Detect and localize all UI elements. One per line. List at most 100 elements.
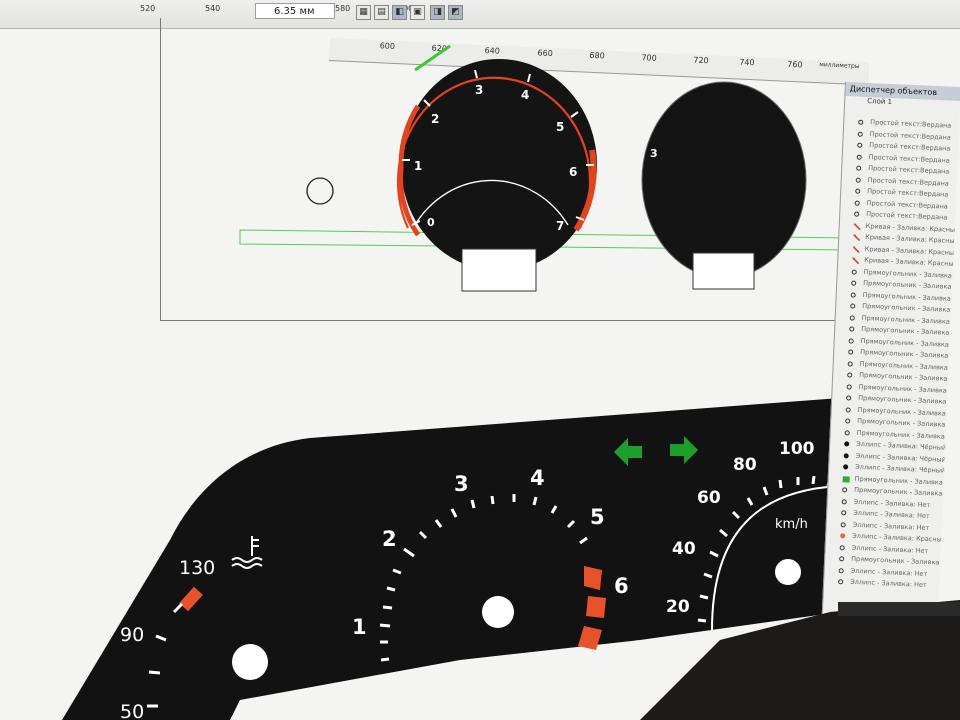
object-type-icon xyxy=(855,188,861,194)
temp-needle-hub xyxy=(232,644,268,680)
tacho-needle-hub xyxy=(482,596,514,628)
object-list-item-label: Прямоугольник - Заливка xyxy=(856,428,946,441)
object-list-item-label: Прямоугольник - Заливка xyxy=(859,370,948,383)
object-list-item-label: Прямоугольник - Заливка xyxy=(860,336,950,349)
object-type-icon xyxy=(857,131,863,137)
tacho-preview-number: 1 xyxy=(352,615,367,639)
object-list-item-label: Прямоугольник - Заливка xyxy=(862,301,951,314)
object-type-icon xyxy=(852,257,860,264)
right-gauge-face[interactable] xyxy=(641,81,807,279)
object-list-item-label: Простой текст:Вердана xyxy=(866,198,949,211)
hollow-circle-shape[interactable] xyxy=(306,177,334,205)
object-type-icon xyxy=(838,567,844,573)
object-type-icon xyxy=(847,360,853,367)
object-type-icon xyxy=(855,177,861,183)
layer-label[interactable]: Слой 1 xyxy=(845,96,960,119)
tachometer-face[interactable] xyxy=(401,59,597,271)
tacho-number: 3 xyxy=(475,83,483,97)
object-list-item-label: Простой текст:Вердана xyxy=(870,118,952,130)
tacho-preview-number: 2 xyxy=(382,527,397,551)
object-list-item-label: Простой текст:Вердана xyxy=(868,164,950,176)
object-list-item-label: Эллипс - Заливка: Нет xyxy=(851,543,929,555)
tacho-preview-number: 4 xyxy=(530,466,545,490)
object-type-icon xyxy=(848,349,854,355)
object-type-icon xyxy=(842,487,848,493)
object-type-icon xyxy=(843,464,849,470)
object-list-item-label: Прямоугольник - Заливка xyxy=(857,405,947,418)
object-type-icon xyxy=(838,579,844,585)
object-type-icon xyxy=(856,165,862,171)
speedo-number: 20 xyxy=(666,597,690,617)
object-type-icon xyxy=(856,154,862,160)
object-type-icon xyxy=(847,372,853,378)
object-list-item-label: Прямоугольник - Заливка xyxy=(859,359,949,372)
object-type-icon xyxy=(850,291,856,298)
tacho-number: 7 xyxy=(556,219,564,233)
object-type-icon xyxy=(853,234,861,241)
object-type-icon xyxy=(854,211,860,217)
object-type-icon xyxy=(845,418,851,424)
object-list-item-label: Эллипс - Заливка: Нет xyxy=(852,520,930,532)
object-type-icon xyxy=(857,142,863,148)
object-list-item-label: Эллипс - Заливка: Нет xyxy=(853,508,930,521)
object-type-icon xyxy=(849,326,855,332)
object-type-icon xyxy=(844,429,850,436)
object-list-item-label: Эллипс - Заливка: Нет xyxy=(853,497,931,509)
object-list-item-label: Прямоугольник - Заливка xyxy=(854,485,943,498)
object-type-icon xyxy=(844,441,850,447)
tacho-number: 5 xyxy=(556,120,564,134)
tacho-number: 2 xyxy=(431,112,439,126)
tacho-number: 1 xyxy=(414,159,422,173)
object-list-item-label: Прямоугольник - Заливка xyxy=(851,554,940,567)
object-list[interactable]: Простой текст:Вердана Простой текст:Верда… xyxy=(824,116,960,601)
object-type-icon xyxy=(839,556,845,562)
object-list-item-label: Прямоугольник - Заливка xyxy=(858,393,947,406)
object-type-icon xyxy=(846,383,852,390)
coreldraw-window: 520 540 560 580 600 6.35 мм ▦ ▤ ◧ ▣ ◨ ◩ … xyxy=(0,0,960,720)
object-list-item-label: Прямоугольник - Заливка xyxy=(861,313,951,326)
object-type-icon xyxy=(848,337,854,344)
temp-label: 130 xyxy=(179,557,215,579)
object-type-icon xyxy=(851,268,857,275)
object-list-item-label: Прямоугольник - Заливка xyxy=(857,416,946,429)
speedo-number: 40 xyxy=(672,539,696,559)
speedo-number: 80 xyxy=(733,455,757,475)
speedo-number: 60 xyxy=(697,488,721,508)
object-type-icon xyxy=(845,406,851,413)
object-list-item-label: Эллипс - Заливка: Нет xyxy=(850,566,928,578)
object-type-icon xyxy=(858,119,864,125)
object-list-item-label: Простой текст:Вердана xyxy=(869,141,951,153)
object-type-icon xyxy=(840,533,846,539)
object-list-item-label: Простой текст:Вердана xyxy=(867,187,949,199)
object-type-icon xyxy=(843,452,849,459)
object-list-item-label: Прямоугольник - Заливка xyxy=(863,278,952,291)
object-type-icon xyxy=(846,395,852,401)
object-type-icon xyxy=(840,521,846,527)
object-type-icon xyxy=(851,280,857,286)
object-list-item-label: Прямоугольник - Заливка xyxy=(863,267,953,280)
tacho-number: 0 xyxy=(427,216,435,229)
temp-label: 50 xyxy=(120,701,144,720)
object-type-icon xyxy=(842,475,850,483)
object-type-icon xyxy=(849,314,855,321)
object-list-item-label: Эллипс - Заливка: Нет xyxy=(850,577,927,590)
object-list-item-label: Прямоугольник - Заливка xyxy=(858,382,948,395)
object-type-icon xyxy=(839,544,845,550)
object-list-item-label: Прямоугольник - Заливка xyxy=(860,347,949,360)
drawing-canvas[interactable]: 0 1 2 3 4 5 6 7 3 130 90 50 1 2 3 4 5 6 … xyxy=(0,0,960,720)
object-list-item-label: Прямоугольник - Заливка xyxy=(862,290,952,303)
right-gauge-display-window[interactable] xyxy=(692,252,755,290)
object-list-item-label: Простой текст:Вердана xyxy=(867,175,950,188)
object-type-icon xyxy=(850,303,856,309)
tachometer-display-window[interactable] xyxy=(461,248,537,292)
right-gauge-number: 3 xyxy=(650,147,658,160)
tacho-preview-number: 5 xyxy=(590,505,605,529)
object-type-icon xyxy=(841,510,847,516)
speedo-needle-hub xyxy=(775,559,801,585)
object-type-icon xyxy=(841,498,847,504)
speedo-number: 100 xyxy=(779,439,815,459)
tacho-number: 6 xyxy=(569,165,577,179)
object-type-icon xyxy=(854,200,860,206)
temp-label: 90 xyxy=(120,624,144,646)
object-list-item-label: Простой текст:Вердана xyxy=(868,152,951,165)
